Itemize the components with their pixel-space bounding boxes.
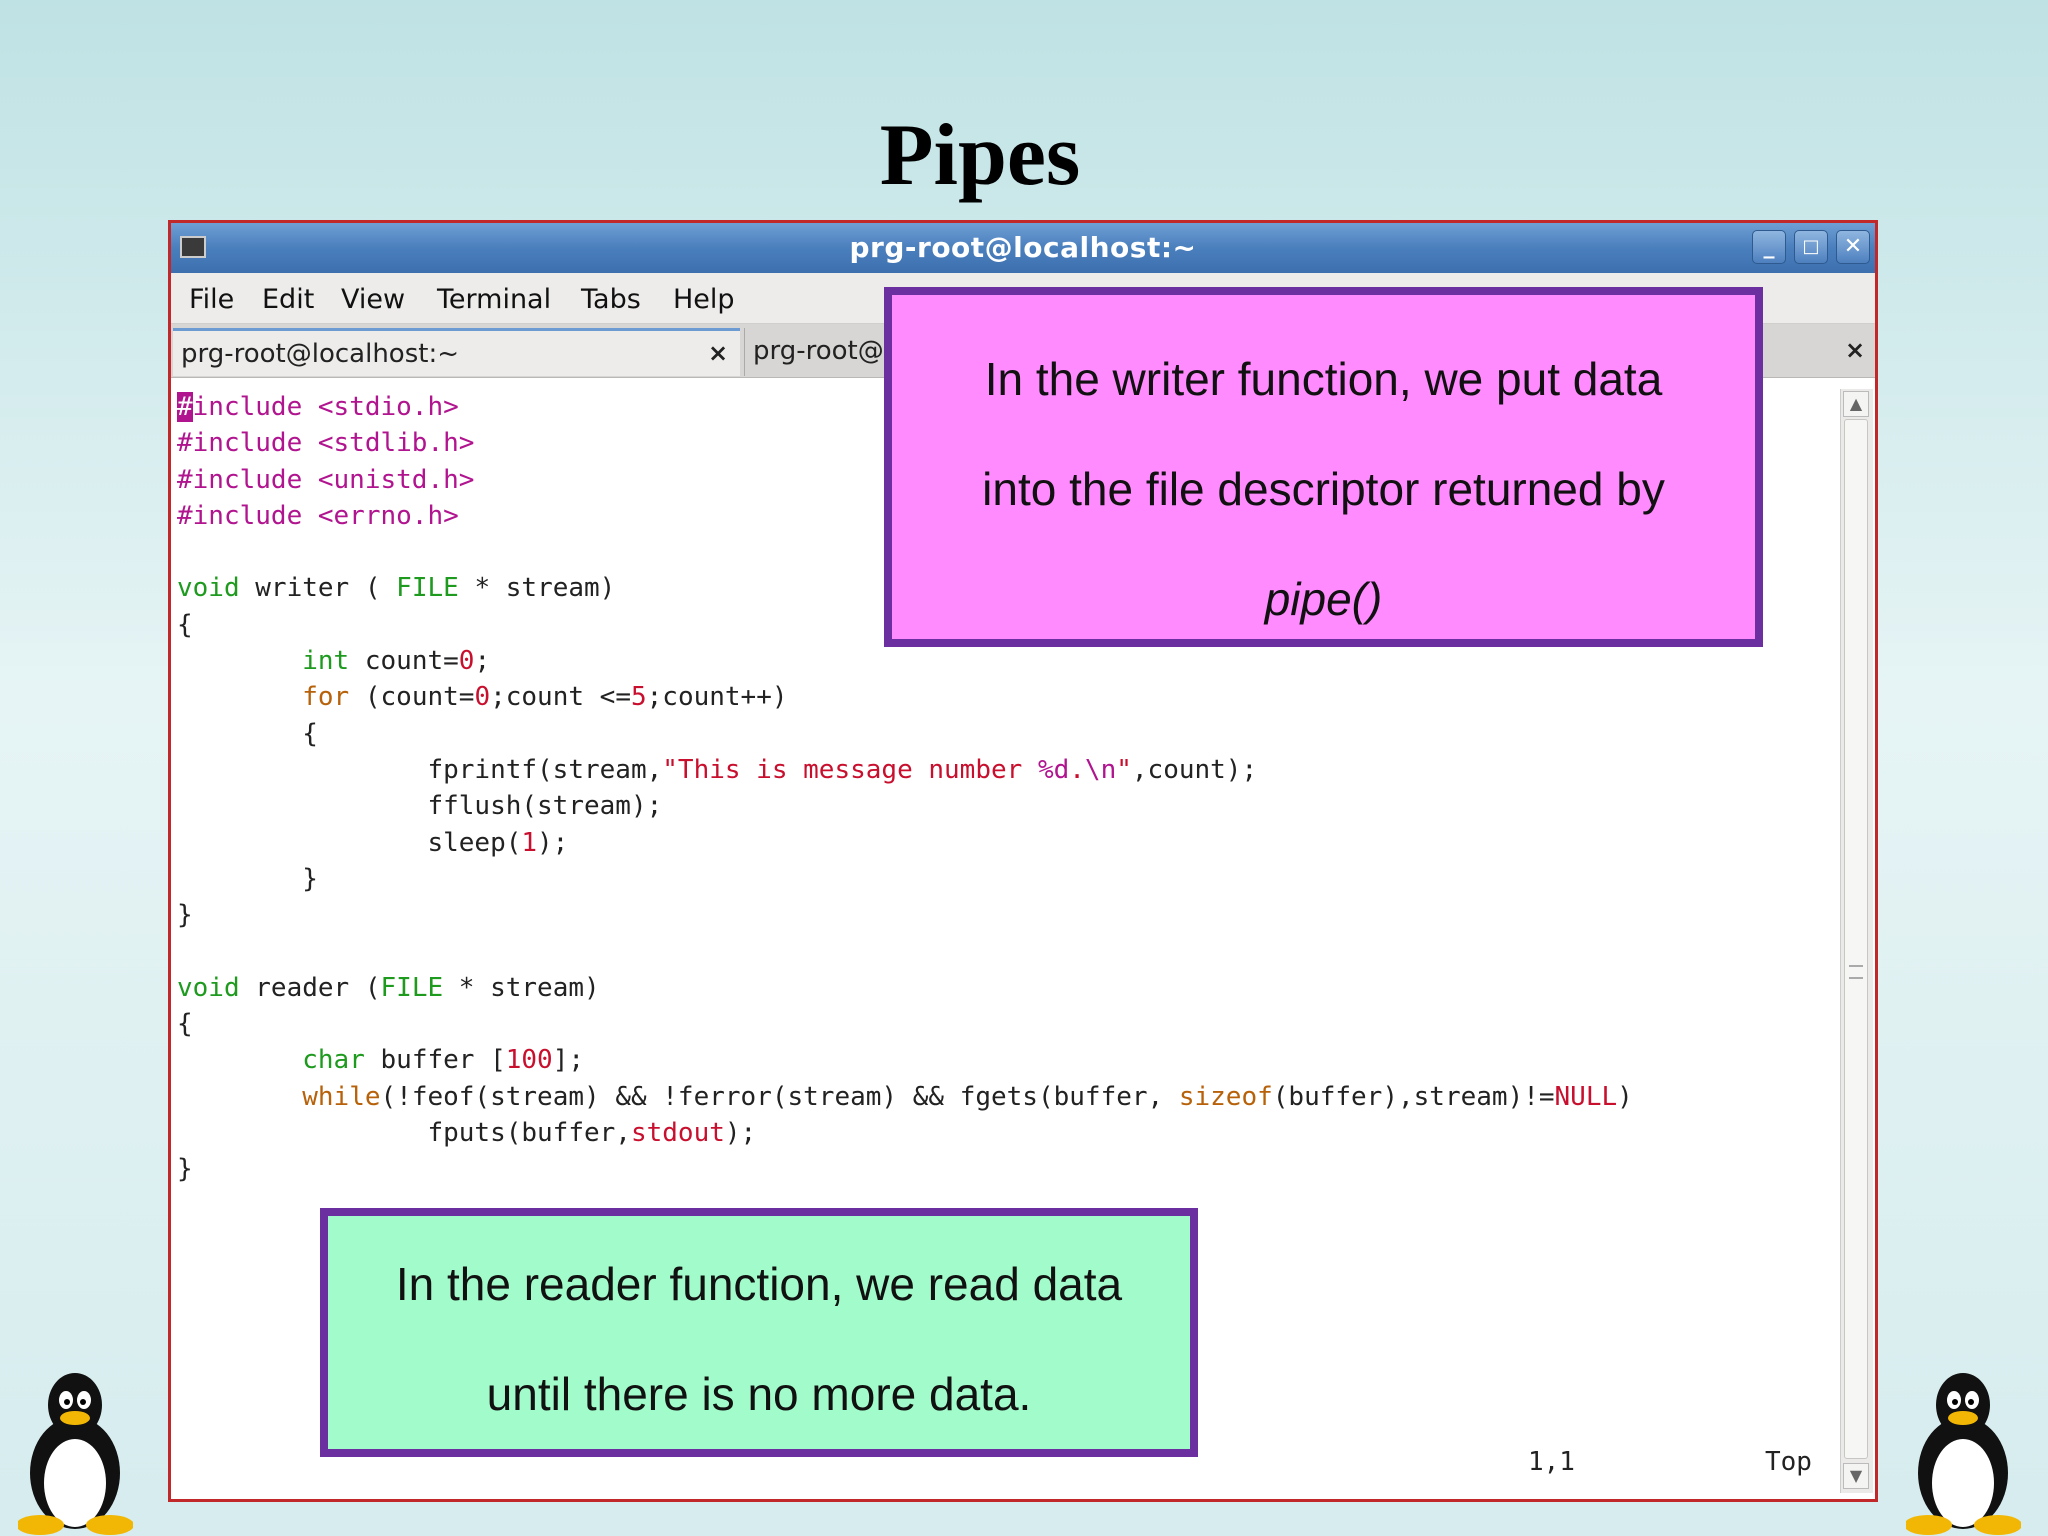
- code-line: for (count=0;count <=5;count++): [302, 682, 788, 713]
- writer-callout: In the writer function, we put data into…: [884, 287, 1763, 647]
- writer-callout-line: into the file descriptor returned by: [982, 463, 1665, 515]
- menu-file[interactable]: File: [189, 284, 234, 315]
- code-line: fputs(buffer,stdout);: [177, 1117, 757, 1148]
- close-button[interactable]: ✕: [1836, 230, 1870, 264]
- vertical-scrollbar[interactable]: ▲ ▼: [1840, 389, 1873, 1493]
- writer-callout-line: In the writer function, we put data: [984, 353, 1663, 405]
- slide-title: Pipes: [879, 107, 1081, 204]
- code-line: {: [177, 718, 318, 749]
- code-line: char buffer [100];: [302, 1045, 585, 1076]
- penguin-logo-right: [1906, 1373, 2021, 1535]
- code-line: }: [177, 863, 318, 894]
- tab-2-label: prg-root@: [753, 336, 884, 366]
- reader-callout-line: In the reader function, we read data: [395, 1258, 1123, 1310]
- scroll-up-icon[interactable]: ▲: [1843, 391, 1869, 417]
- tab-2-close-icon[interactable]: ×: [1845, 336, 1865, 364]
- reader-callout: In the reader function, we read data unt…: [320, 1208, 1198, 1457]
- menu-terminal[interactable]: Terminal: [437, 284, 551, 315]
- scroll-down-icon[interactable]: ▼: [1843, 1463, 1869, 1489]
- code-line: while(!feof(stream) && !ferror(stream) &…: [302, 1081, 1633, 1112]
- menu-view[interactable]: View: [341, 284, 405, 315]
- reader-callout-line: until there is no more data.: [486, 1368, 1032, 1420]
- grip-icon: [1849, 965, 1863, 979]
- cursor-position: 1,1: [1528, 1447, 1575, 1477]
- window-title: prg-root@localhost:~: [849, 231, 1197, 264]
- tab-1-close-icon[interactable]: ×: [708, 339, 728, 367]
- penguin-logo-left: [18, 1373, 133, 1535]
- code-line: void reader (FILE * stream): [177, 972, 600, 1003]
- code-line: sleep(1);: [177, 827, 569, 858]
- text-cursor: #: [177, 392, 193, 422]
- scroll-position: Top: [1765, 1447, 1812, 1477]
- minimize-button[interactable]: _: [1752, 230, 1786, 264]
- code-line: {: [177, 1009, 193, 1040]
- window-titlebar[interactable]: prg-root@localhost:~ _ □ ✕: [171, 223, 1875, 273]
- writer-callout-line: pipe(): [1264, 573, 1383, 625]
- tab-1[interactable]: prg-root@localhost:~ ×: [173, 328, 740, 376]
- maximize-button[interactable]: □: [1794, 230, 1828, 264]
- menu-help[interactable]: Help: [673, 284, 735, 315]
- tab-1-label: prg-root@localhost:~: [181, 339, 460, 369]
- code-line: fflush(stream);: [177, 791, 663, 822]
- menu-edit[interactable]: Edit: [262, 284, 314, 315]
- menu-tabs[interactable]: Tabs: [581, 284, 641, 315]
- code-line: fprintf(stream,"This is message number %…: [177, 754, 1258, 785]
- code-line: }: [177, 900, 193, 931]
- scroll-thumb[interactable]: [1844, 419, 1868, 1459]
- code-line: }: [177, 1154, 193, 1185]
